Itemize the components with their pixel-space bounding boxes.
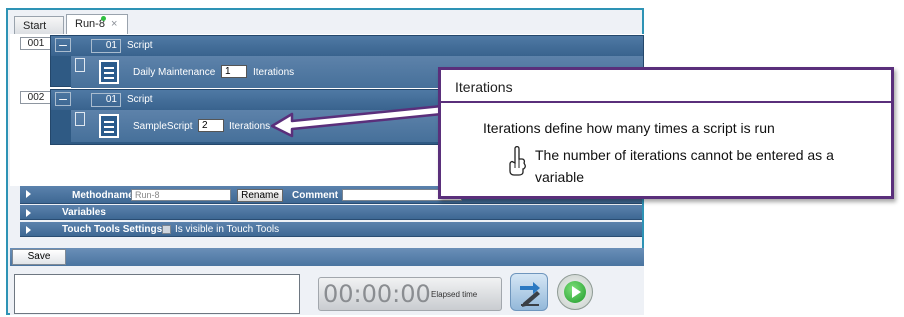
script-block-header: – 01 Script (51, 36, 643, 56)
expand-arrow-icon[interactable] (26, 226, 31, 234)
iterations-label: Iterations (253, 67, 295, 78)
pointing-hand-icon (509, 146, 526, 176)
edit-method-button[interactable] (510, 273, 548, 311)
callout-note: The number of iterations cannot be enter… (535, 147, 834, 185)
step-number: 001 (20, 37, 52, 50)
tab-start-label: Start (23, 20, 47, 32)
methodname-field[interactable]: Run-8 (131, 189, 231, 201)
callout-pointer-arrow (270, 104, 444, 138)
run-button[interactable] (557, 274, 593, 310)
methodname-label: Methodname (72, 190, 134, 201)
script-name: SampleScript (133, 121, 193, 132)
tab-bar: Start Run-8 × (10, 12, 640, 34)
save-toolbar: Save (10, 248, 644, 266)
run-controls: 00:00:00 Elapsed time (10, 266, 644, 315)
comment-label: Comment (292, 190, 339, 201)
close-tab-icon[interactable]: × (111, 18, 117, 30)
callout-text: Iterations define how many times a scrip… (483, 120, 775, 136)
elapsed-time-caption: Elapsed time (431, 290, 478, 299)
elapsed-time-value: 00:00:00 (323, 280, 431, 308)
expand-arrow-icon[interactable] (26, 209, 31, 217)
edit-arrows-icon (520, 282, 540, 307)
notes-textarea[interactable] (14, 274, 300, 314)
iterations-label: Iterations (229, 121, 271, 132)
collapse-button[interactable]: – (55, 91, 71, 106)
script-checkbox[interactable] (75, 112, 85, 126)
visible-in-touch-tools-checkbox[interactable] (162, 225, 171, 234)
play-icon (564, 281, 586, 303)
visible-in-touch-tools-label: Is visible in Touch Tools (175, 224, 280, 235)
iterations-input[interactable]: 2 (198, 119, 224, 132)
elapsed-time-display: 00:00:00 Elapsed time (318, 277, 502, 311)
iterations-input[interactable]: 1 (221, 65, 247, 78)
script-document-icon (99, 114, 119, 138)
variables-label: Variables (62, 207, 106, 218)
script-name: Daily Maintenance (133, 67, 216, 78)
step-number: 002 (20, 91, 52, 104)
block-title: Script (127, 40, 153, 51)
unsaved-dot-icon (101, 16, 106, 21)
variables-panel[interactable]: Variables (20, 205, 642, 220)
step-index-field[interactable]: 01 (91, 93, 121, 107)
collapse-button[interactable]: – (55, 37, 71, 52)
block-title: Script (127, 94, 153, 105)
touch-tools-label: Touch Tools Settings (62, 224, 163, 235)
save-button[interactable]: Save (12, 249, 66, 265)
tab-start[interactable]: Start (14, 16, 64, 34)
script-document-icon (99, 60, 119, 84)
rename-button[interactable]: Rename (237, 189, 283, 202)
touch-tools-panel[interactable]: Touch Tools Settings Is visible in Touch… (20, 222, 642, 237)
expand-arrow-icon[interactable] (26, 190, 31, 198)
step-index-field[interactable]: 01 (91, 39, 121, 53)
callout-title: Iterations (441, 70, 891, 103)
script-checkbox[interactable] (75, 58, 85, 72)
iterations-callout: Iterations Iterations define how many ti… (438, 67, 894, 199)
tab-run-8[interactable]: Run-8 × (66, 14, 128, 34)
